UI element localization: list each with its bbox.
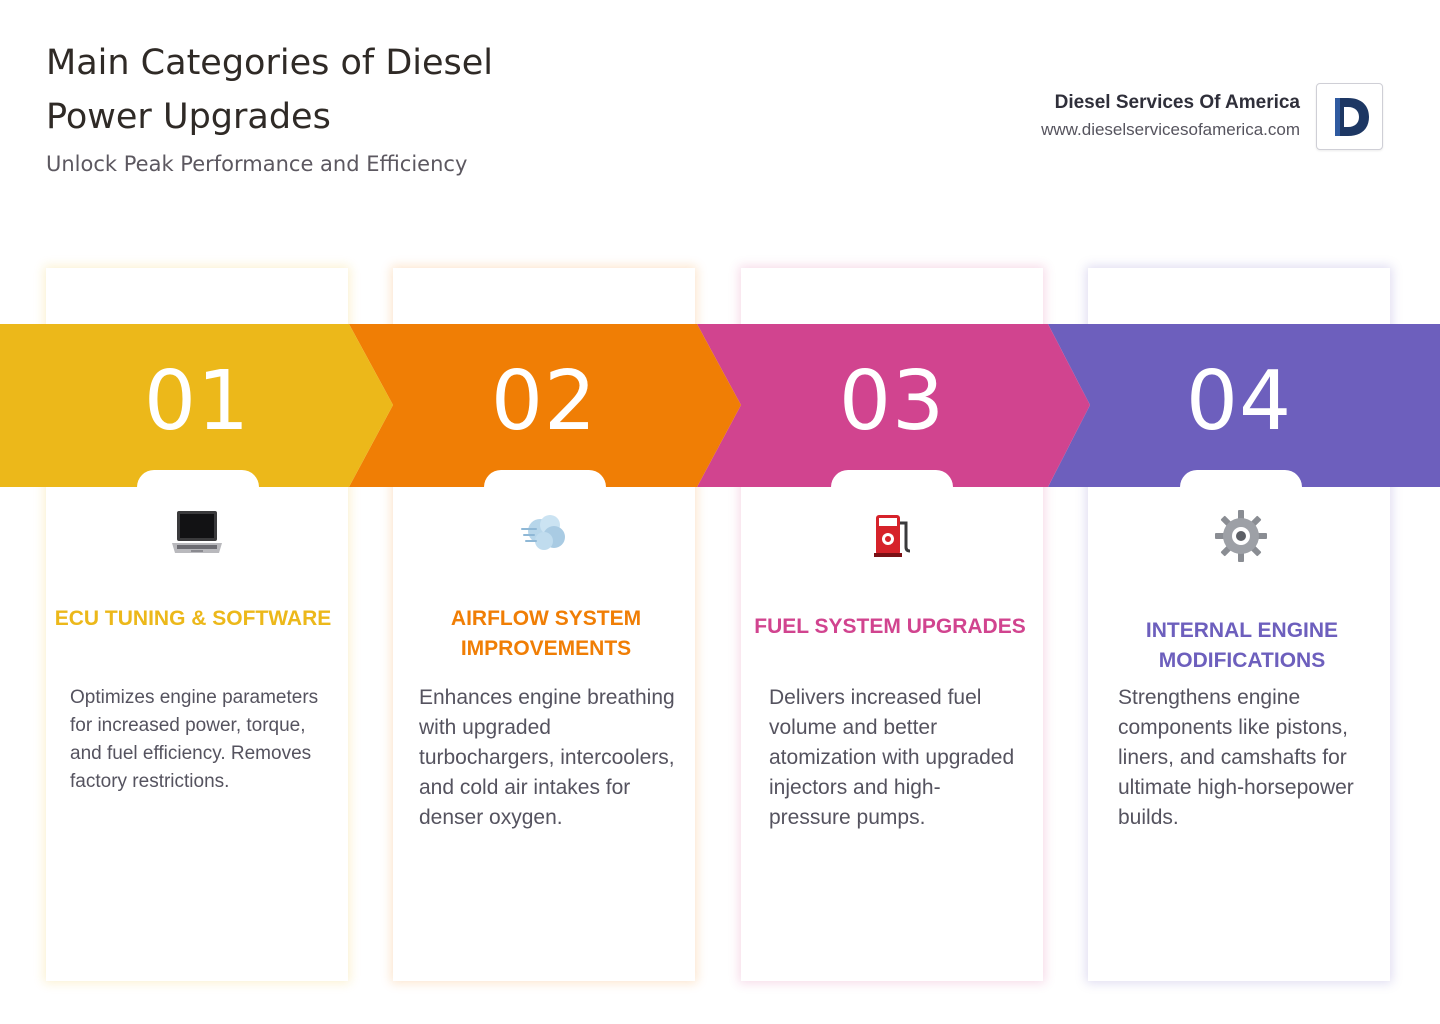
step-number-3: 03 — [838, 354, 946, 449]
step-text-2: Enhances engine breathing with upgraded … — [419, 686, 675, 829]
step-title-3: FUEL SYSTEM UPGRADES — [754, 615, 1026, 638]
step-number-1: 01 — [143, 354, 251, 449]
step-title-4: INTERNAL ENGINE MODIFICATIONS — [1145, 619, 1339, 672]
icon-bump-4 — [1180, 470, 1302, 487]
icon-bump-1 — [137, 470, 259, 487]
laptop-icon — [172, 511, 222, 553]
fuel-pump-icon — [874, 515, 911, 557]
brand-logo — [1316, 83, 1383, 150]
wind-icon — [521, 515, 565, 550]
step-text-1: Optimizes engine parameters for increase… — [70, 687, 319, 792]
brand-block: Diesel Services Of America www.dieselser… — [1041, 90, 1300, 144]
step-number-2: 02 — [490, 354, 598, 449]
icon-bump-2 — [484, 470, 606, 487]
step-number-4: 04 — [1185, 354, 1293, 449]
logo-d-icon — [1334, 97, 1369, 136]
page-title: Main Categories of Diesel Power Upgrades — [46, 43, 494, 137]
brand-name: Diesel Services Of America — [1054, 92, 1300, 113]
step-title-1: ECU TUNING & SOFTWARE — [54, 607, 332, 630]
icon-bump-3 — [831, 470, 953, 487]
page-subtitle: Unlock Peak Performance and Efficiency — [46, 152, 468, 176]
step-title-2: AIRFLOW SYSTEM IMPROVEMENTS — [450, 607, 642, 660]
gear-icon — [1215, 510, 1267, 562]
step-text-3: Delivers increased fuel volume and bette… — [769, 686, 1015, 829]
step-text-4: Strengthens engine components like pisto… — [1118, 686, 1354, 829]
brand-url[interactable]: www.dieselservicesofamerica.com — [1041, 116, 1300, 144]
